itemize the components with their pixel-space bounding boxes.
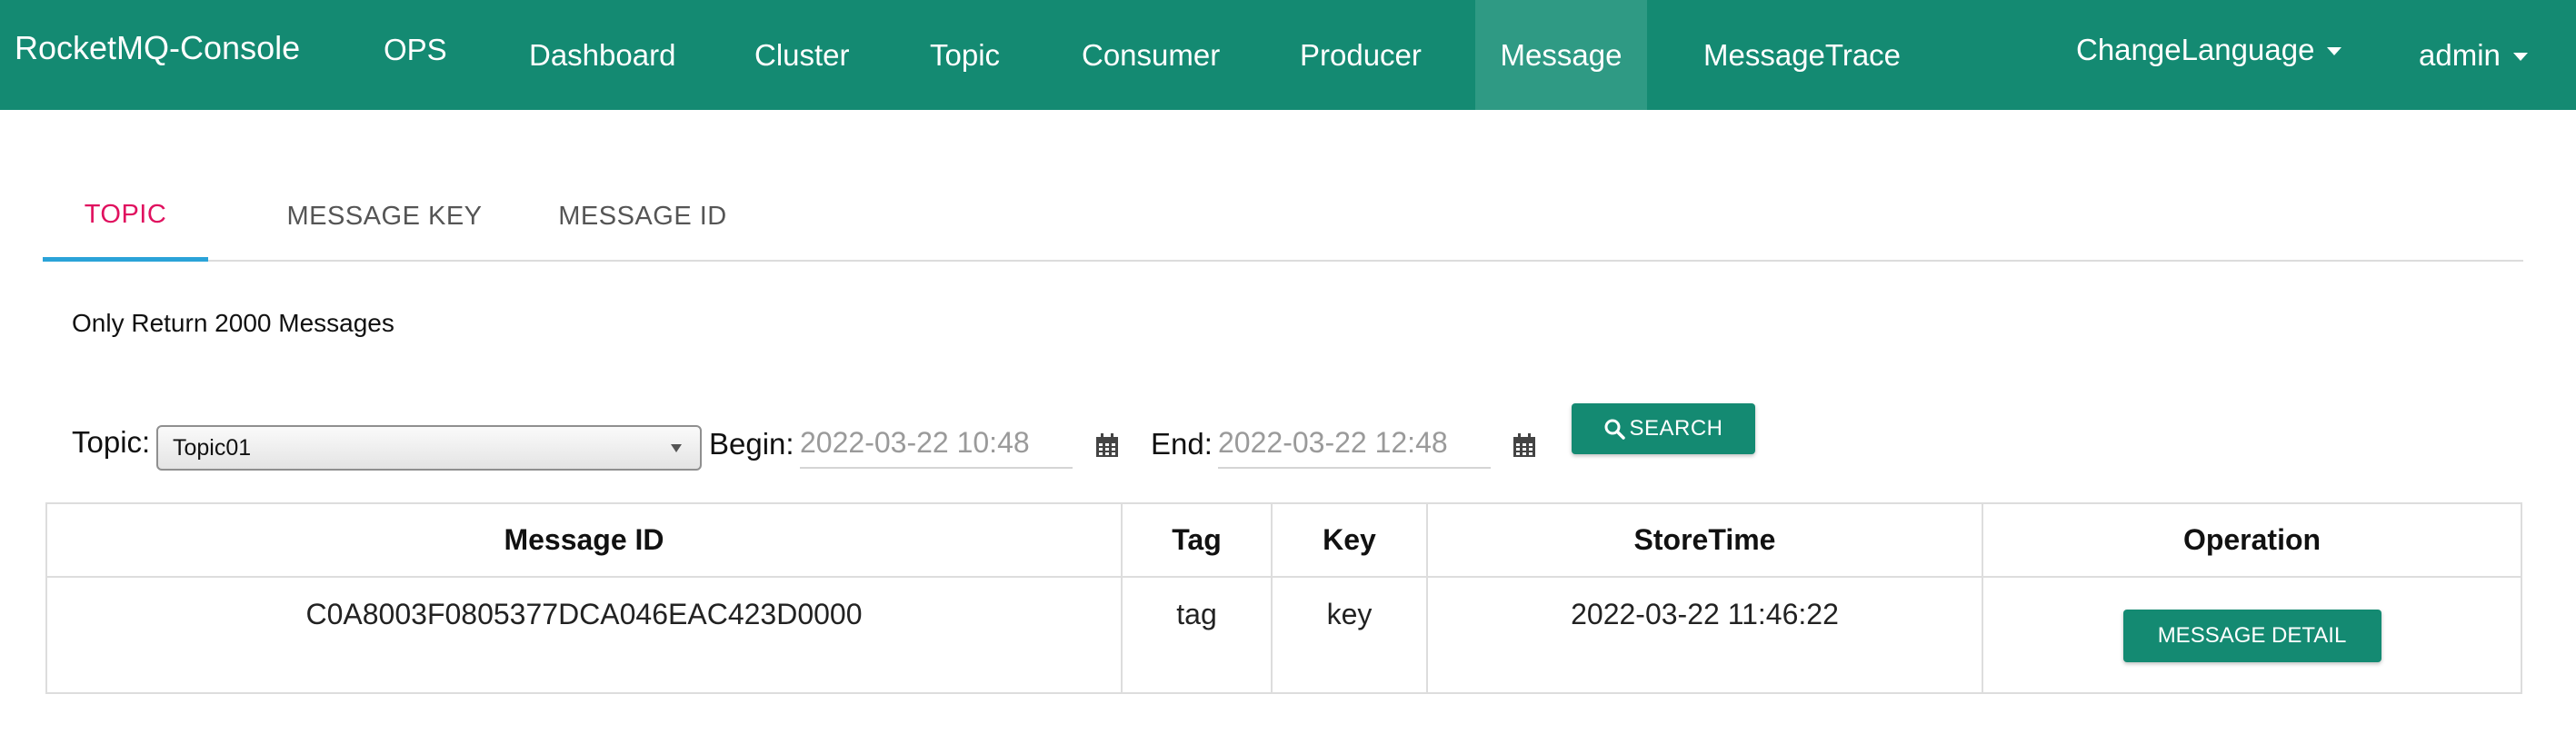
chevron-down-icon	[2512, 53, 2528, 61]
table-header-row: Message ID Tag Key StoreTime Operation	[45, 502, 2522, 578]
cell-operation: MESSAGE DETAIL	[1982, 576, 2522, 694]
calendar-icon[interactable]	[1513, 433, 1536, 458]
nav-item-cluster[interactable]: Cluster	[754, 0, 850, 110]
message-detail-button[interactable]: MESSAGE DETAIL	[2122, 610, 2381, 662]
brand-logo[interactable]: RocketMQ-Console	[15, 29, 300, 67]
tab-message-key[interactable]: MESSAGE KEY	[251, 173, 518, 260]
nav-item-producer[interactable]: Producer	[1300, 0, 1422, 110]
user-menu-dropdown[interactable]: admin	[2419, 0, 2528, 110]
tab-message-id[interactable]: MESSAGE ID	[517, 173, 768, 260]
cell-message-id: C0A8003F0805377DCA046EAC423D0000	[45, 576, 1123, 694]
nav-item-consumer[interactable]: Consumer	[1082, 0, 1220, 110]
end-date-input[interactable]: 2022-03-22 12:48	[1218, 422, 1491, 469]
message-table: Message ID Tag Key StoreTime Operation C…	[45, 502, 2522, 694]
nav-item-ops[interactable]: OPS	[384, 0, 447, 104]
nav-item-topic[interactable]: Topic	[930, 0, 1000, 110]
nav-item-message[interactable]: Message	[1475, 0, 1647, 110]
change-language-dropdown[interactable]: ChangeLanguage	[2076, 0, 2342, 104]
topic-select[interactable]: Topic01	[156, 425, 702, 471]
calendar-icon[interactable]	[1095, 433, 1119, 458]
search-button[interactable]: SEARCH	[1572, 403, 1755, 454]
change-language-label: ChangeLanguage	[2076, 32, 2315, 66]
topic-label: Topic:	[72, 425, 151, 459]
query-tabs: TOPIC MESSAGE KEY MESSAGE ID	[43, 173, 2523, 262]
nav-item-dashboard[interactable]: Dashboard	[529, 0, 675, 110]
cell-store-time: 2022-03-22 11:46:22	[1426, 576, 1983, 694]
search-button-label: SEARCH	[1629, 416, 1723, 441]
column-header-storetime: StoreTime	[1426, 502, 1983, 578]
cell-tag: tag	[1121, 576, 1273, 694]
nav-item-messagetrace[interactable]: MessageTrace	[1703, 0, 1901, 110]
chevron-down-icon	[2327, 47, 2342, 55]
table-row: C0A8003F0805377DCA046EAC423D0000 tag key…	[45, 576, 2522, 694]
begin-date-input[interactable]: 2022-03-22 10:48	[800, 422, 1073, 469]
cell-key: key	[1271, 576, 1428, 694]
user-name: admin	[2419, 37, 2501, 72]
topic-select-value: Topic01	[173, 435, 252, 461]
begin-label: Begin:	[709, 427, 794, 461]
column-header-operation: Operation	[1982, 502, 2522, 578]
column-header-tag: Tag	[1121, 502, 1273, 578]
chevron-down-icon	[671, 444, 682, 452]
end-label: End:	[1151, 427, 1213, 461]
top-navbar: RocketMQ-Console OPS Dashboard Cluster T…	[0, 0, 2576, 110]
result-limit-notice: Only Return 2000 Messages	[72, 309, 394, 337]
column-header-key: Key	[1271, 502, 1428, 578]
column-header-message-id: Message ID	[45, 502, 1123, 578]
tab-topic[interactable]: TOPIC	[43, 173, 208, 262]
search-icon	[1604, 419, 1626, 440]
